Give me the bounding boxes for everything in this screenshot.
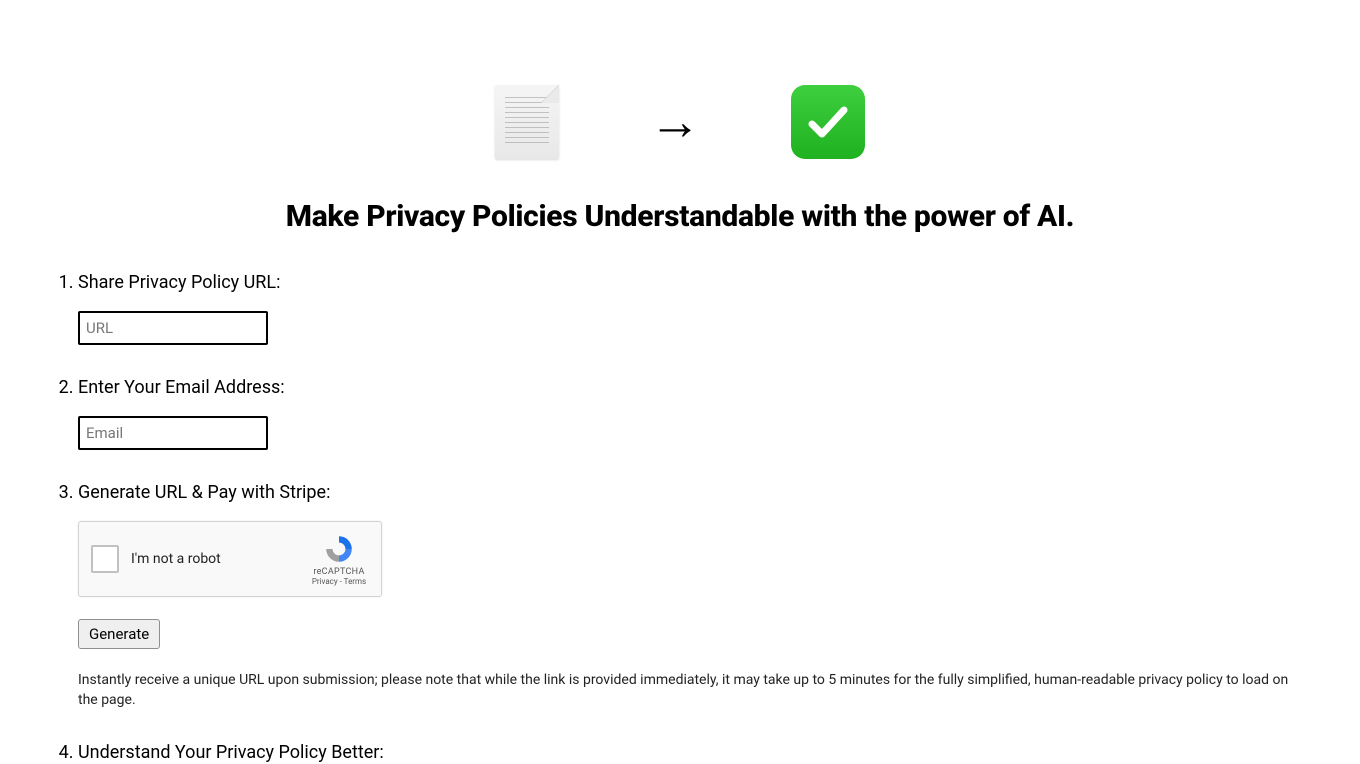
step-3-label: Generate URL & Pay with Stripe: bbox=[78, 482, 1310, 503]
recaptcha-logo-icon bbox=[323, 533, 355, 565]
step-4: Understand Your Privacy Policy Better: bbox=[78, 742, 1310, 763]
recaptcha-brand-text: reCAPTCHA bbox=[309, 567, 369, 577]
recaptcha-checkbox[interactable] bbox=[91, 545, 119, 573]
document-icon bbox=[495, 85, 559, 159]
hero-icon-row: → bbox=[50, 0, 1310, 199]
page-headline: Make Privacy Policies Understandable wit… bbox=[50, 199, 1310, 234]
step-1-label: Share Privacy Policy URL: bbox=[78, 272, 1310, 293]
recaptcha-badge: reCAPTCHA Privacy - Terms bbox=[309, 533, 369, 586]
url-input[interactable] bbox=[78, 311, 268, 345]
generation-note: Instantly receive a unique URL upon subm… bbox=[78, 671, 1310, 710]
recaptcha-widget: I'm not a robot reCAPTCHA Privacy - Term… bbox=[78, 521, 382, 597]
generate-button[interactable]: Generate bbox=[78, 619, 160, 649]
recaptcha-label: I'm not a robot bbox=[131, 551, 309, 567]
checkmark-icon bbox=[791, 85, 865, 159]
step-4-label: Understand Your Privacy Policy Better: bbox=[78, 742, 1310, 763]
step-3: Generate URL & Pay with Stripe: I'm not … bbox=[78, 482, 1310, 710]
steps-list: Share Privacy Policy URL: Enter Your Ema… bbox=[50, 272, 1310, 763]
email-input[interactable] bbox=[78, 416, 268, 450]
step-2-label: Enter Your Email Address: bbox=[78, 377, 1310, 398]
recaptcha-links[interactable]: Privacy - Terms bbox=[309, 577, 369, 586]
step-2: Enter Your Email Address: bbox=[78, 377, 1310, 450]
arrow-right-icon: → bbox=[649, 96, 701, 148]
step-1: Share Privacy Policy URL: bbox=[78, 272, 1310, 345]
